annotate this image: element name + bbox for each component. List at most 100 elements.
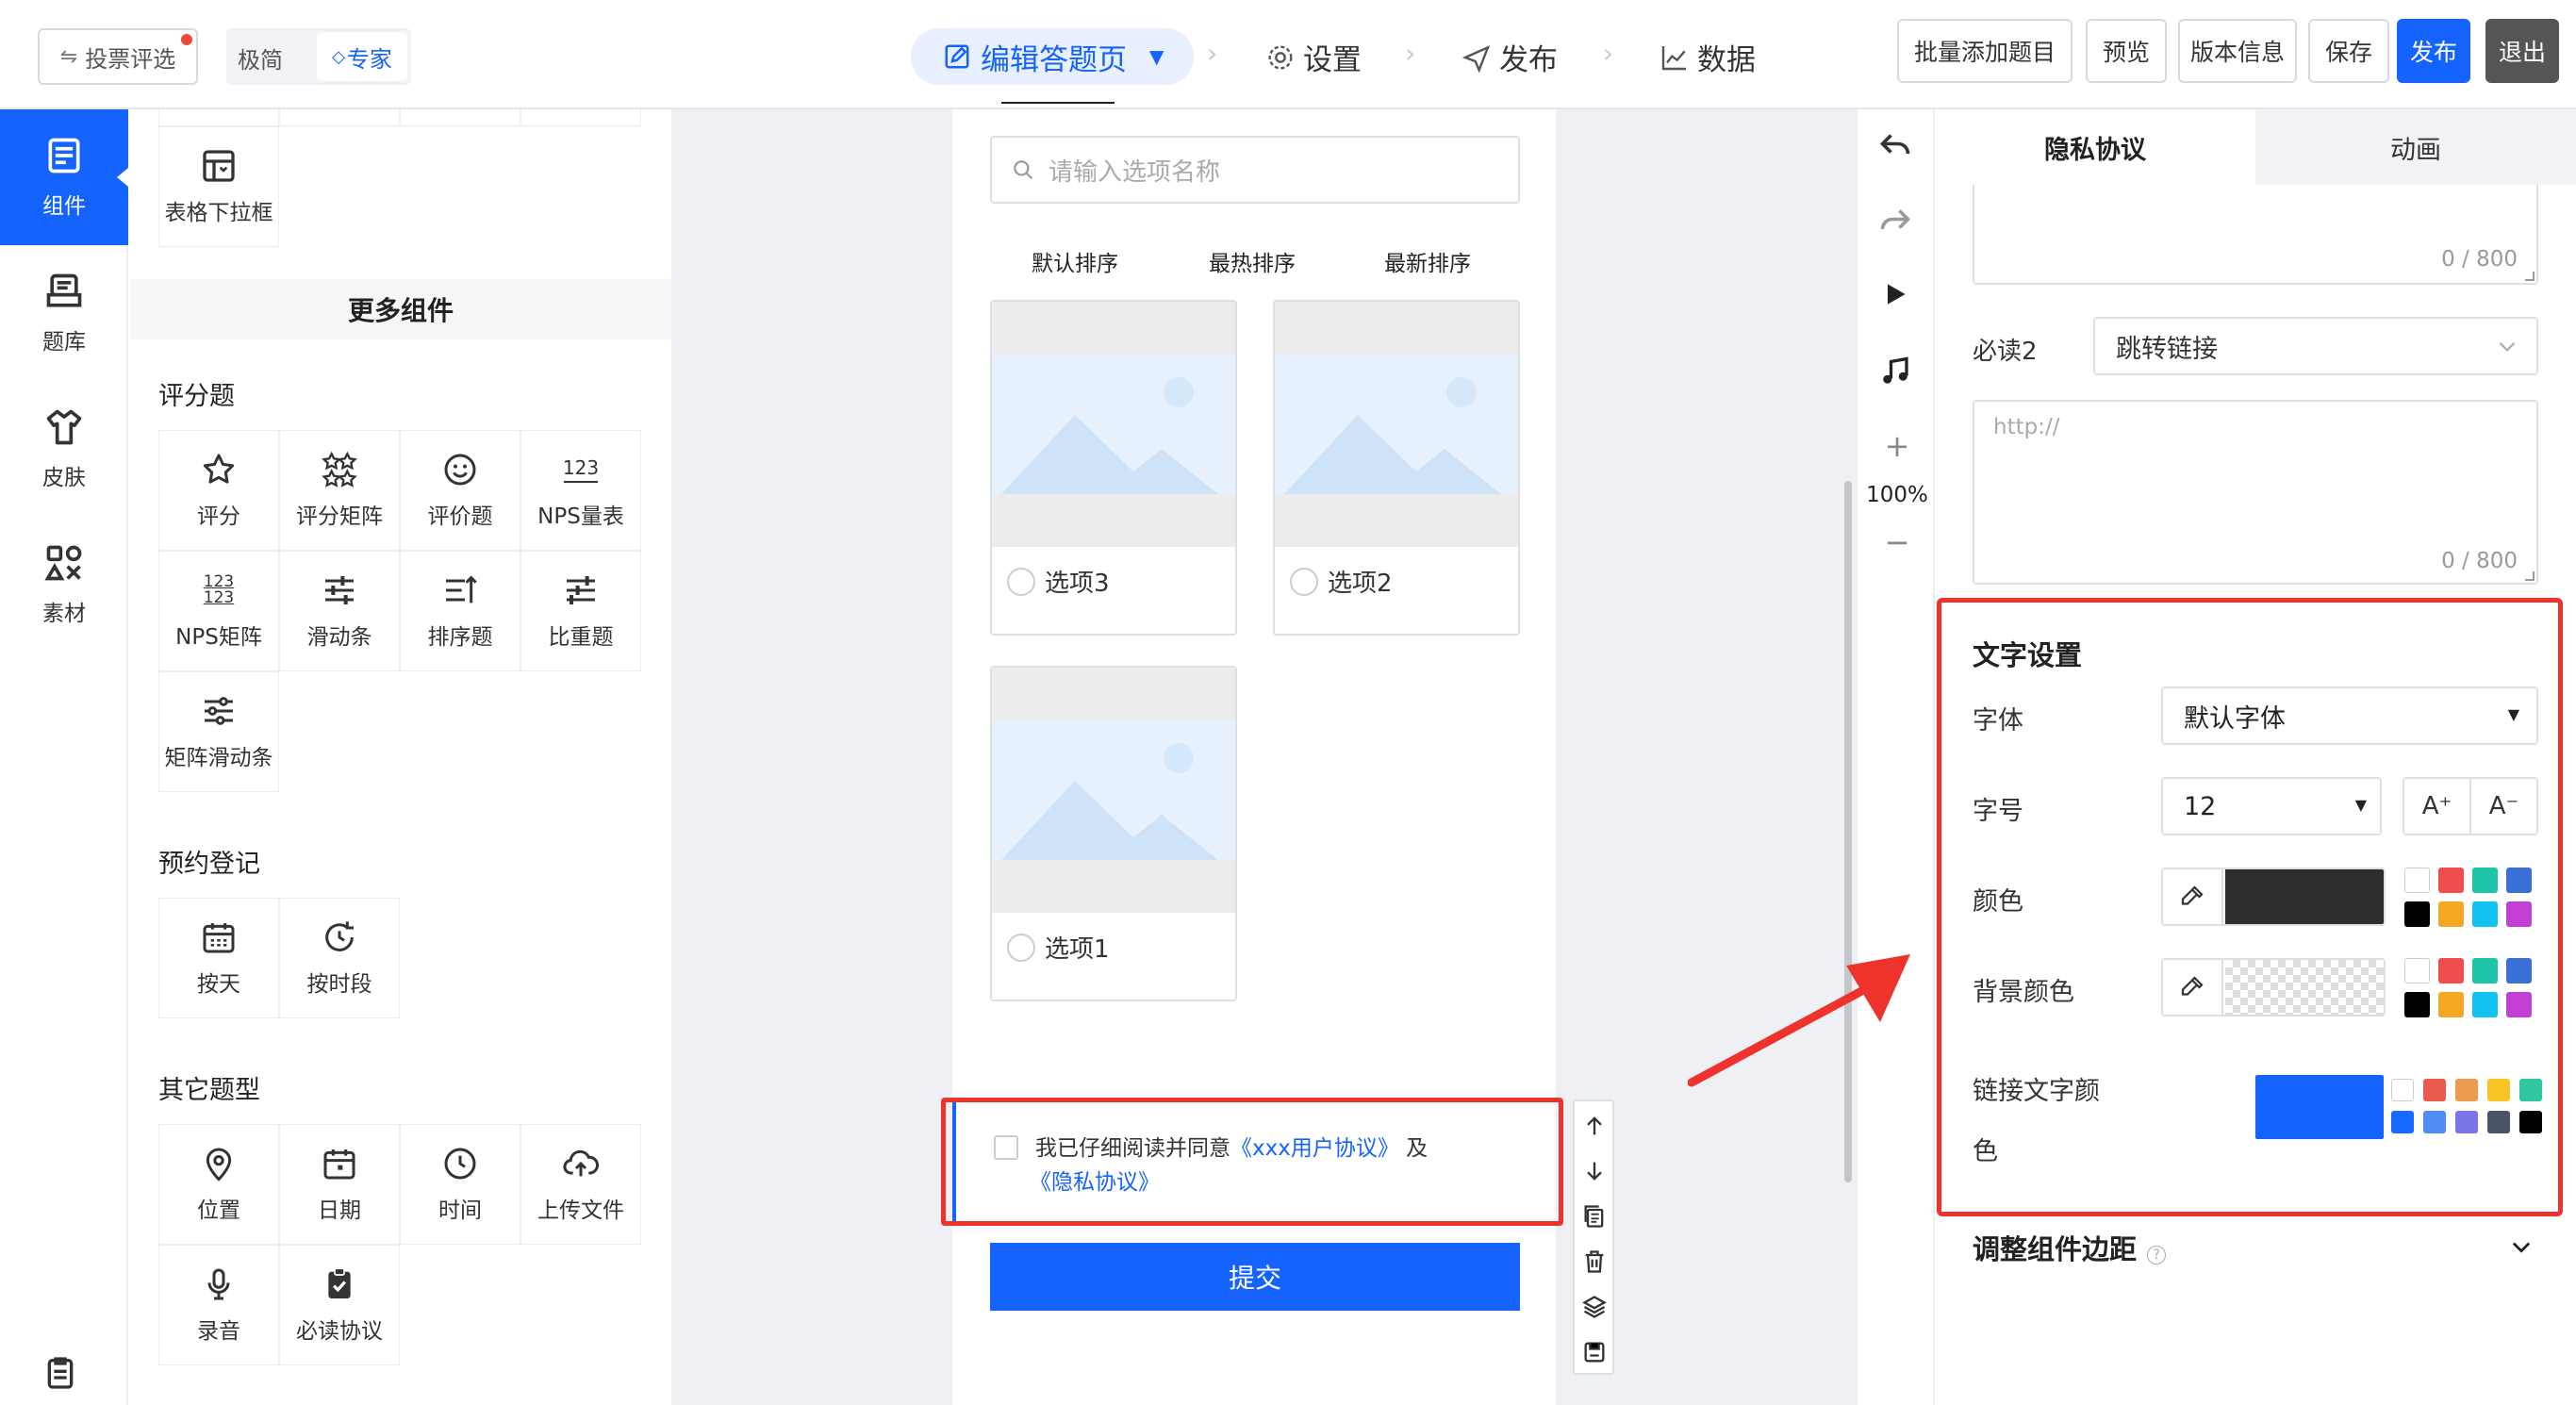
option-search-input[interactable]: 请输入选项名称 [990, 136, 1520, 204]
copy-icon[interactable] [1581, 1203, 1608, 1230]
vote-button[interactable]: ⇋ 投票评选 [38, 28, 198, 85]
component-by-day[interactable]: 按天 [158, 898, 279, 1018]
agreement-textarea-1[interactable]: 0 / 800 [1973, 185, 2538, 285]
nav-components[interactable]: 组件 [0, 109, 128, 245]
zoom-out-button[interactable]: − [1858, 524, 1937, 560]
undo-icon[interactable] [1878, 128, 1912, 162]
arrow-down-icon[interactable] [1581, 1158, 1608, 1184]
option-radio[interactable] [1007, 567, 1035, 596]
play-icon[interactable] [1880, 279, 1910, 309]
clipboard-icon[interactable] [41, 1354, 79, 1392]
cloud-upload-icon [563, 1149, 600, 1177]
option-card[interactable]: 选项2 [1273, 300, 1520, 636]
star-matrix-icon [322, 451, 357, 488]
calendar-icon [323, 1149, 355, 1180]
arrow-up-icon[interactable] [1581, 1113, 1608, 1139]
nav-question-bank[interactable]: 题库 [0, 245, 128, 381]
component-evaluation[interactable]: 评价题 [400, 430, 520, 551]
nav-edit-page[interactable]: 编辑答题页 ▼ [911, 28, 1194, 85]
component-sort[interactable]: 排序题 [400, 551, 520, 671]
component-by-period[interactable]: 按时段 [279, 898, 400, 1018]
option-card[interactable]: 选项3 [990, 300, 1237, 636]
option-radio[interactable] [1290, 567, 1318, 596]
component-time[interactable]: 时间 [400, 1124, 520, 1245]
image-placeholder-icon [992, 302, 1235, 547]
component-date[interactable]: 日期 [279, 1124, 400, 1245]
batch-add-button[interactable]: 批量添加题目 [1897, 19, 2072, 83]
mode-simple-tab[interactable]: 极简 [238, 41, 283, 74]
survey-page: 请输入选项名称 默认排序 最热排序 最新排序 选项3 选项2 选项1 我已仔细阅… [941, 102, 1563, 1405]
component-must-read[interactable]: 必读协议 [279, 1245, 400, 1365]
version-info-button[interactable]: 版本信息 [2178, 19, 2297, 83]
nav-settings[interactable]: 设置 [1265, 36, 1362, 78]
other-section-title: 其它题型 [158, 1076, 260, 1105]
option-radio[interactable] [1007, 933, 1035, 962]
nav-chevron-icon: › [1207, 38, 1218, 69]
must-read2-select[interactable]: 跳转链接 [2093, 317, 2538, 375]
image-placeholder-icon [1275, 302, 1518, 547]
component-matrix-slider[interactable]: 矩阵滑动条 [158, 671, 279, 792]
sort-tab-new[interactable]: 最新排序 [1384, 245, 1471, 277]
highlight-box [941, 1098, 1563, 1226]
component-upload[interactable]: 上传文件 [520, 1124, 641, 1245]
nav-material[interactable]: 素材 [0, 517, 128, 653]
search-icon [1014, 160, 1032, 179]
calendar-grid-icon [203, 923, 235, 953]
nav-skin[interactable]: 皮肤 [0, 381, 128, 517]
smile-icon [444, 454, 476, 486]
nav-chevron-icon: › [1405, 38, 1416, 69]
properties-panel: 隐私协议 动画 0 / 800 必读2 跳转链接 http:// 0 / 800… [1935, 109, 2576, 1405]
component-cell-top [279, 109, 400, 126]
save-button[interactable]: 保存 [2308, 19, 2389, 83]
music-icon[interactable] [1878, 355, 1912, 388]
component-location[interactable]: 位置 [158, 1124, 279, 1245]
save-icon[interactable] [1581, 1339, 1608, 1365]
component-rating-matrix[interactable]: 评分矩阵 [279, 430, 400, 551]
component-icon [48, 138, 80, 174]
nps-matrix-icon: 123 123 [203, 572, 235, 607]
component-recording[interactable]: 录音 [158, 1245, 279, 1365]
table-dropdown-icon [203, 150, 235, 182]
preview-button[interactable]: 预览 [2086, 19, 2167, 83]
annotation-arrow [1688, 954, 1910, 1087]
component-table-dropdown[interactable]: 表格下拉框 [158, 126, 279, 247]
nps-icon: 123 [562, 451, 600, 488]
margin-section-header[interactable]: 调整组件边距 ? [1973, 1228, 2538, 1275]
caret-down-icon: ▼ [1149, 45, 1164, 68]
publish-button[interactable]: 发布 [2397, 19, 2470, 83]
must-read2-label: 必读2 [1973, 338, 2038, 366]
sort-tab-hot[interactable]: 最热排序 [1209, 245, 1296, 277]
image-placeholder-icon [992, 668, 1235, 913]
send-icon [1461, 44, 1491, 73]
nav-data[interactable]: 数据 [1660, 36, 1756, 78]
exit-button[interactable]: 退出 [2485, 19, 2559, 83]
option-card[interactable]: 选项1 [990, 666, 1237, 1001]
star-icon [203, 454, 235, 484]
redo-icon[interactable] [1878, 204, 1912, 238]
chevron-down-icon [2499, 341, 2516, 352]
component-nps-scale[interactable]: 123 NPS量表 [520, 430, 641, 551]
top-bar: ⇋ 投票评选 极简 ◇ 专家 编辑答题页 ▼ › 设置 › 发布 › 数据 批量添… [0, 0, 2576, 109]
zoom-in-button[interactable]: + [1858, 428, 1937, 464]
help-icon[interactable]: ? [2147, 1245, 2167, 1264]
layers-icon[interactable] [1581, 1294, 1608, 1320]
location-icon [206, 1148, 232, 1182]
submit-button[interactable]: 提交 [990, 1243, 1520, 1311]
resize-handle[interactable] [2525, 571, 2535, 581]
component-weight[interactable]: 比重题 [520, 551, 641, 671]
component-rating[interactable]: 评分 [158, 430, 279, 551]
mode-expert-tab[interactable]: ◇ 专家 [317, 32, 407, 81]
tab-privacy-agreement[interactable]: 隐私协议 [1935, 109, 2255, 185]
component-nps-matrix[interactable]: 123 123 NPS矩阵 [158, 551, 279, 671]
component-slider[interactable]: 滑动条 [279, 551, 400, 671]
resize-handle[interactable] [2525, 272, 2535, 281]
edit-icon [945, 44, 969, 69]
clock-refresh-icon [325, 921, 354, 951]
booking-section-title: 预约登记 [158, 850, 260, 879]
url-textarea[interactable]: http:// 0 / 800 [1973, 400, 2538, 585]
nav-publish[interactable]: 发布 [1461, 36, 1558, 78]
nav-chevron-icon: › [1603, 38, 1614, 69]
tab-animation[interactable]: 动画 [2255, 109, 2576, 185]
trash-icon[interactable] [1581, 1248, 1608, 1275]
sort-tab-default[interactable]: 默认排序 [1032, 245, 1118, 277]
